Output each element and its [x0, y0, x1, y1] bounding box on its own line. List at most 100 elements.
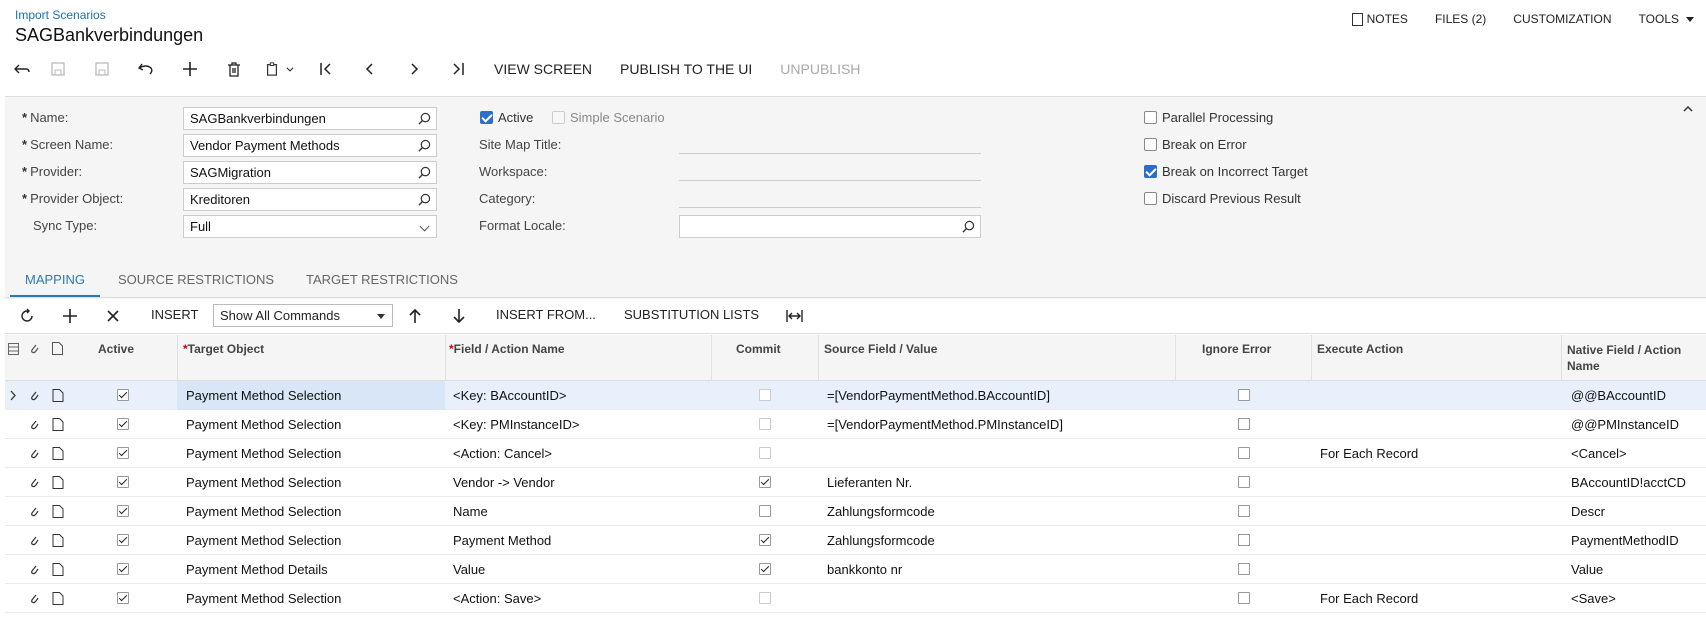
native-field-cell[interactable]: <Cancel>	[1571, 446, 1627, 461]
table-row[interactable]: Payment Method Selection <Action: Cancel>…	[5, 439, 1706, 468]
note-icon[interactable]	[52, 418, 64, 431]
source-field-cell[interactable]: Zahlungsformcode	[827, 533, 935, 548]
header-source-field[interactable]: Source Field / Value	[824, 342, 937, 356]
substitution-lists-button[interactable]: SUBSTITUTION LISTS	[624, 307, 759, 322]
native-field-cell[interactable]: @@PMInstanceID	[1571, 417, 1679, 432]
format-locale-field[interactable]	[679, 215, 981, 238]
paperclip-icon[interactable]	[28, 592, 40, 605]
ignore-error-cell-checkbox[interactable]	[1238, 592, 1250, 604]
paperclip-icon[interactable]	[28, 447, 40, 460]
simple-scenario-checkbox[interactable]: Simple Scenario	[552, 110, 665, 125]
files-button[interactable]: FILES (2)	[1435, 12, 1486, 26]
source-field-cell[interactable]: Lieferanten Nr.	[827, 475, 912, 490]
ignore-error-cell-checkbox[interactable]	[1238, 476, 1250, 488]
break-on-error-checkbox[interactable]: Break on Error	[1144, 137, 1247, 152]
arrow-down-icon[interactable]	[452, 308, 466, 324]
note-icon[interactable]	[52, 505, 64, 518]
chevron-up-icon[interactable]	[1682, 103, 1694, 115]
close-icon[interactable]	[106, 309, 120, 323]
header-field-action-name[interactable]: *Field / Action Name	[449, 342, 565, 356]
customization-button[interactable]: CUSTOMIZATION	[1513, 12, 1611, 26]
breadcrumb[interactable]: Import Scenarios	[15, 8, 106, 22]
name-field[interactable]: SAGBankverbindungen	[183, 107, 437, 130]
row-selector-icon[interactable]	[8, 343, 19, 355]
refresh-icon[interactable]	[19, 308, 35, 324]
clipboard-button[interactable]	[256, 56, 304, 82]
field-action-cell[interactable]: <Action: Save>	[453, 591, 541, 606]
note-icon[interactable]	[52, 447, 64, 460]
note-icon[interactable]	[52, 592, 64, 605]
execute-action-cell[interactable]: For Each Record	[1320, 591, 1418, 606]
target-object-cell[interactable]: Payment Method Selection	[186, 533, 341, 548]
source-field-cell[interactable]: bankkonto nr	[827, 562, 902, 577]
discard-previous-result-checkbox[interactable]: Discard Previous Result	[1144, 191, 1301, 206]
parallel-processing-checkbox[interactable]: Parallel Processing	[1144, 110, 1273, 125]
note-icon[interactable]	[52, 534, 64, 547]
search-icon[interactable]	[962, 220, 975, 233]
commit-cell-checkbox[interactable]	[759, 592, 771, 604]
header-active[interactable]: Active	[98, 342, 134, 356]
field-action-cell[interactable]: <Key: PMInstanceID>	[453, 417, 579, 432]
next-record-button[interactable]	[392, 56, 436, 82]
native-field-cell[interactable]: PaymentMethodID	[1571, 533, 1679, 548]
tab-source-restrictions[interactable]: SOURCE RESTRICTIONS	[118, 272, 274, 295]
target-object-cell[interactable]: Payment Method Selection	[186, 591, 341, 606]
view-screen-button[interactable]: VIEW SCREEN	[494, 61, 592, 77]
note-icon[interactable]	[52, 476, 64, 489]
note-icon[interactable]	[52, 563, 64, 576]
delete-button[interactable]	[212, 56, 256, 82]
source-field-cell[interactable]: Zahlungsformcode	[827, 504, 935, 519]
header-native-field[interactable]: Native Field / Action Name	[1567, 342, 1681, 374]
commit-cell-checkbox[interactable]	[759, 389, 771, 401]
target-object-cell[interactable]: Payment Method Selection	[186, 504, 341, 519]
save-close-button[interactable]	[36, 56, 80, 82]
search-icon[interactable]	[418, 193, 431, 206]
active-cell-checkbox[interactable]	[117, 592, 129, 604]
tools-button[interactable]: TOOLS	[1639, 12, 1694, 26]
table-row[interactable]: Payment Method Selection Payment Method Za…	[5, 526, 1706, 555]
field-action-cell[interactable]: <Key: BAccountID>	[453, 388, 566, 403]
paperclip-icon[interactable]	[28, 389, 40, 402]
active-cell-checkbox[interactable]	[117, 418, 129, 430]
provider-object-field[interactable]: Kreditoren	[183, 188, 437, 211]
paperclip-icon[interactable]	[28, 476, 40, 489]
paperclip-icon[interactable]	[28, 534, 40, 547]
native-field-cell[interactable]: Descr	[1571, 504, 1605, 519]
target-object-cell[interactable]: Payment Method Selection	[186, 417, 341, 432]
header-commit[interactable]: Commit	[736, 342, 781, 356]
field-action-cell[interactable]: <Action: Cancel>	[453, 446, 552, 461]
source-field-cell[interactable]: =[VendorPaymentMethod.PMInstanceID]	[827, 417, 1063, 432]
undo-button[interactable]	[124, 56, 168, 82]
publish-button[interactable]: PUBLISH TO THE UI	[620, 61, 752, 77]
commit-cell-checkbox[interactable]	[759, 476, 771, 488]
provider-field[interactable]: SAGMigration	[183, 161, 437, 184]
fit-columns-icon[interactable]	[786, 309, 803, 323]
field-action-cell[interactable]: Value	[453, 562, 485, 577]
notes-button[interactable]: NOTES	[1351, 12, 1408, 26]
native-field-cell[interactable]: @@BAccountID	[1571, 388, 1666, 403]
active-cell-checkbox[interactable]	[117, 447, 129, 459]
commit-cell-checkbox[interactable]	[759, 505, 771, 517]
active-cell-checkbox[interactable]	[117, 505, 129, 517]
execute-action-cell[interactable]: For Each Record	[1320, 446, 1418, 461]
active-cell-checkbox[interactable]	[117, 534, 129, 546]
table-row[interactable]: Payment Method Selection Vendor -> Vendor…	[5, 468, 1706, 497]
commit-cell-checkbox[interactable]	[759, 563, 771, 575]
ignore-error-cell-checkbox[interactable]	[1238, 418, 1250, 430]
active-cell-checkbox[interactable]	[117, 389, 129, 401]
source-field-cell[interactable]: =[VendorPaymentMethod.BAccountID]	[827, 388, 1050, 403]
commit-cell-checkbox[interactable]	[759, 418, 771, 430]
commit-cell-checkbox[interactable]	[759, 447, 771, 459]
add-button[interactable]	[168, 56, 212, 82]
ignore-error-cell-checkbox[interactable]	[1238, 534, 1250, 546]
command-filter-select[interactable]: Show All Commands	[213, 304, 393, 327]
table-row[interactable]: Payment Method Selection <Key: PMInstance…	[5, 410, 1706, 439]
commit-cell-checkbox[interactable]	[759, 534, 771, 546]
screen-name-field[interactable]: Vendor Payment Methods	[183, 134, 437, 157]
search-icon[interactable]	[418, 112, 431, 125]
header-execute-action[interactable]: Execute Action	[1317, 342, 1403, 356]
active-cell-checkbox[interactable]	[117, 476, 129, 488]
search-icon[interactable]	[418, 139, 431, 152]
table-row[interactable]: Payment Method Selection <Action: Save> Fo…	[5, 584, 1706, 613]
last-record-button[interactable]	[436, 56, 480, 82]
